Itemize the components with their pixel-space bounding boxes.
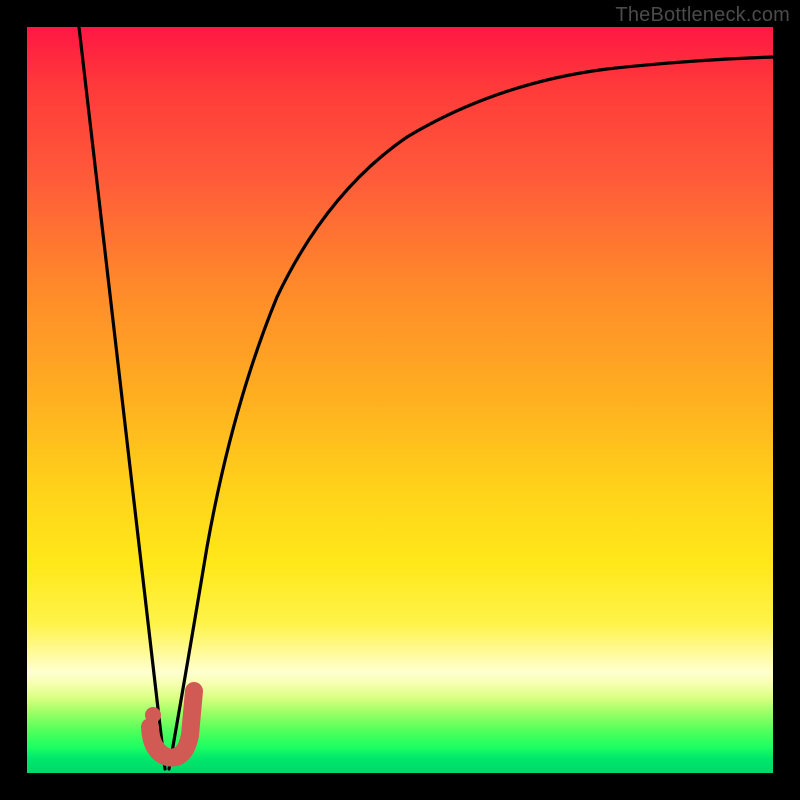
curve-layer	[27, 27, 773, 773]
left-slope-curve	[79, 27, 165, 769]
plot-area	[27, 27, 773, 773]
right-rising-curve	[169, 57, 773, 769]
chart-frame: TheBottleneck.com	[0, 0, 800, 800]
optimal-marker-dot	[145, 707, 161, 723]
watermark-text: TheBottleneck.com	[615, 4, 790, 27]
